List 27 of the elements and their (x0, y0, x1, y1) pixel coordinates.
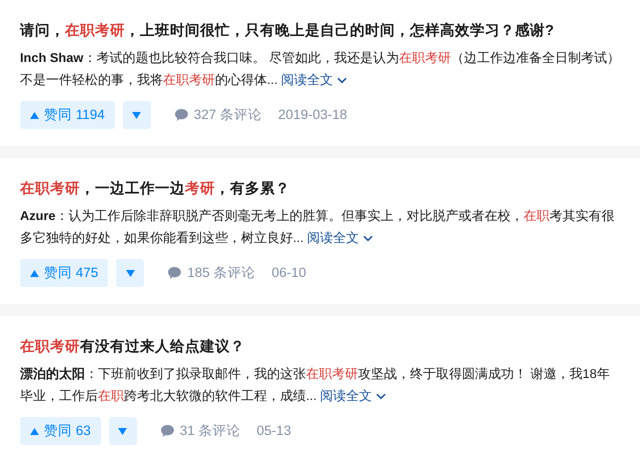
answer-excerpt: 漂泊的太阳：下班前收到了拟录取邮件，我的这张在职考研攻坚战，终于取得圆满成功！ 谢邀，我18年毕业，工作后在职跨考北大软微的软件工程，成绩... 阅读全文 (20, 365, 611, 405)
up-triangle-icon (30, 112, 39, 118)
downvote-button[interactable] (122, 101, 151, 129)
down-triangle-icon (118, 428, 128, 434)
speech-bubble-icon (174, 109, 188, 121)
downvote-button[interactable] (116, 259, 144, 287)
answer-date: 06-10 (272, 264, 306, 282)
down-triangle-icon (132, 112, 142, 118)
speech-bubble-icon (168, 267, 182, 279)
up-triangle-icon (30, 428, 39, 434)
chevron-down-icon (337, 77, 348, 84)
read-more-link[interactable]: 阅读全文 (281, 72, 348, 87)
down-triangle-icon (126, 270, 135, 276)
read-more-link[interactable]: 阅读全文 (307, 230, 374, 245)
speech-bubble-icon (160, 425, 174, 437)
answer-date: 05-13 (256, 422, 292, 440)
answer-date: 2019-03-18 (278, 106, 348, 124)
answer-excerpt: Azure：认为工作后除非辞职脱产否则毫无考上的胜算。但事实上，对比脱产或者在校，在职考其实有很多它独特的好处，如果你能看到这些，树立良好... 阅读全文 (20, 207, 616, 247)
read-more-link[interactable]: 阅读全文 (320, 388, 386, 403)
question-title[interactable]: 在职考研，一边工作一边考研，有多累？ (20, 177, 620, 201)
up-triangle-icon (30, 270, 39, 276)
question-title[interactable]: 在职考研有没有过来人给点建议？ (20, 335, 620, 359)
downvote-button[interactable] (108, 417, 137, 445)
answer-excerpt: Inch Shaw：考试的题也比较符合我口味。 尽管如此，我还是认为在职考研（边工作边准备全日制考试）不是一件轻松的事，我将在职考研的心得体... 阅读全文 (20, 49, 620, 89)
question-title[interactable]: 请问，在职考研，上班时间很忙，只有晚上是自己的时间，怎样高效学习？感谢? (20, 19, 620, 43)
chevron-down-icon (363, 235, 374, 242)
chevron-down-icon (376, 393, 386, 400)
